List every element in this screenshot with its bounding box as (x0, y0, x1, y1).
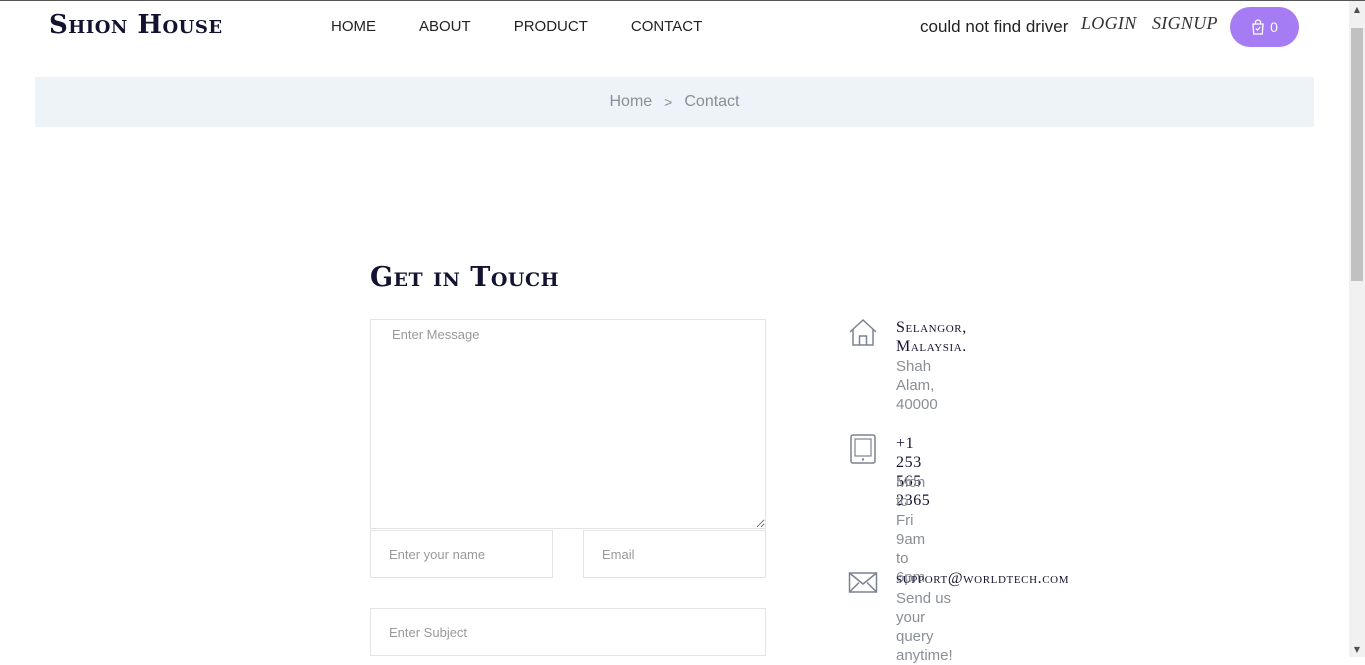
email-field[interactable] (583, 530, 766, 578)
scroll-down-arrow-icon[interactable]: ▼ (1349, 641, 1365, 657)
mail-icon (848, 572, 878, 593)
home-icon (849, 318, 877, 346)
cart-button[interactable]: 0 (1230, 7, 1299, 47)
shopping-bag-icon (1252, 19, 1264, 35)
nav-home[interactable]: HOME (331, 18, 376, 35)
scroll-up-arrow-icon[interactable]: ▲ (1349, 1, 1365, 17)
contact-heading: Get in Touch (370, 262, 560, 293)
message-field[interactable] (370, 319, 766, 529)
nav-product[interactable]: PRODUCT (514, 18, 588, 35)
site-logo[interactable]: Shion House (49, 10, 223, 40)
phone-sub-line-2: 9am to (896, 531, 926, 567)
page-scrollbar[interactable]: ▲ ▼ (1349, 1, 1365, 657)
email-title[interactable]: support@worldtech.com (896, 569, 1069, 588)
breadcrumb-home[interactable]: Home (609, 93, 652, 111)
name-field[interactable] (370, 530, 553, 578)
chevron-right-icon: > (664, 94, 673, 110)
scrollbar-thumb[interactable] (1351, 28, 1363, 281)
cart-count: 0 (1270, 19, 1278, 35)
driver-error-message: could not find driver (920, 17, 1069, 36)
address-title: Selangor, Malaysia. (896, 318, 967, 356)
main-nav: HOME ABOUT PRODUCT CONTACT (331, 18, 745, 35)
tablet-icon (850, 434, 876, 464)
breadcrumb-current: Contact (684, 93, 740, 110)
address-sub-line-2: 40000 (896, 396, 938, 413)
login-link[interactable]: LOGIN (1081, 13, 1137, 34)
address-sub-line-1: Shah Alam, (896, 358, 935, 394)
email-subtitle: Send us your query anytime! (896, 590, 953, 664)
signup-link[interactable]: SIGNUP (1152, 13, 1218, 34)
address-title-line-1: Selangor, (896, 319, 967, 336)
site-header: Shion House HOME ABOUT PRODUCT CONTACT c… (0, 1, 1349, 53)
nav-about[interactable]: ABOUT (419, 18, 471, 35)
nav-contact[interactable]: CONTACT (631, 18, 702, 35)
subject-field[interactable] (370, 608, 766, 656)
address-title-line-2: Malaysia. (896, 338, 967, 355)
address-subtitle: Shah Alam, 40000 (896, 357, 938, 414)
phone-sub-line-1: Mon to Fri (896, 474, 926, 529)
breadcrumb: Home > Contact (35, 77, 1314, 127)
